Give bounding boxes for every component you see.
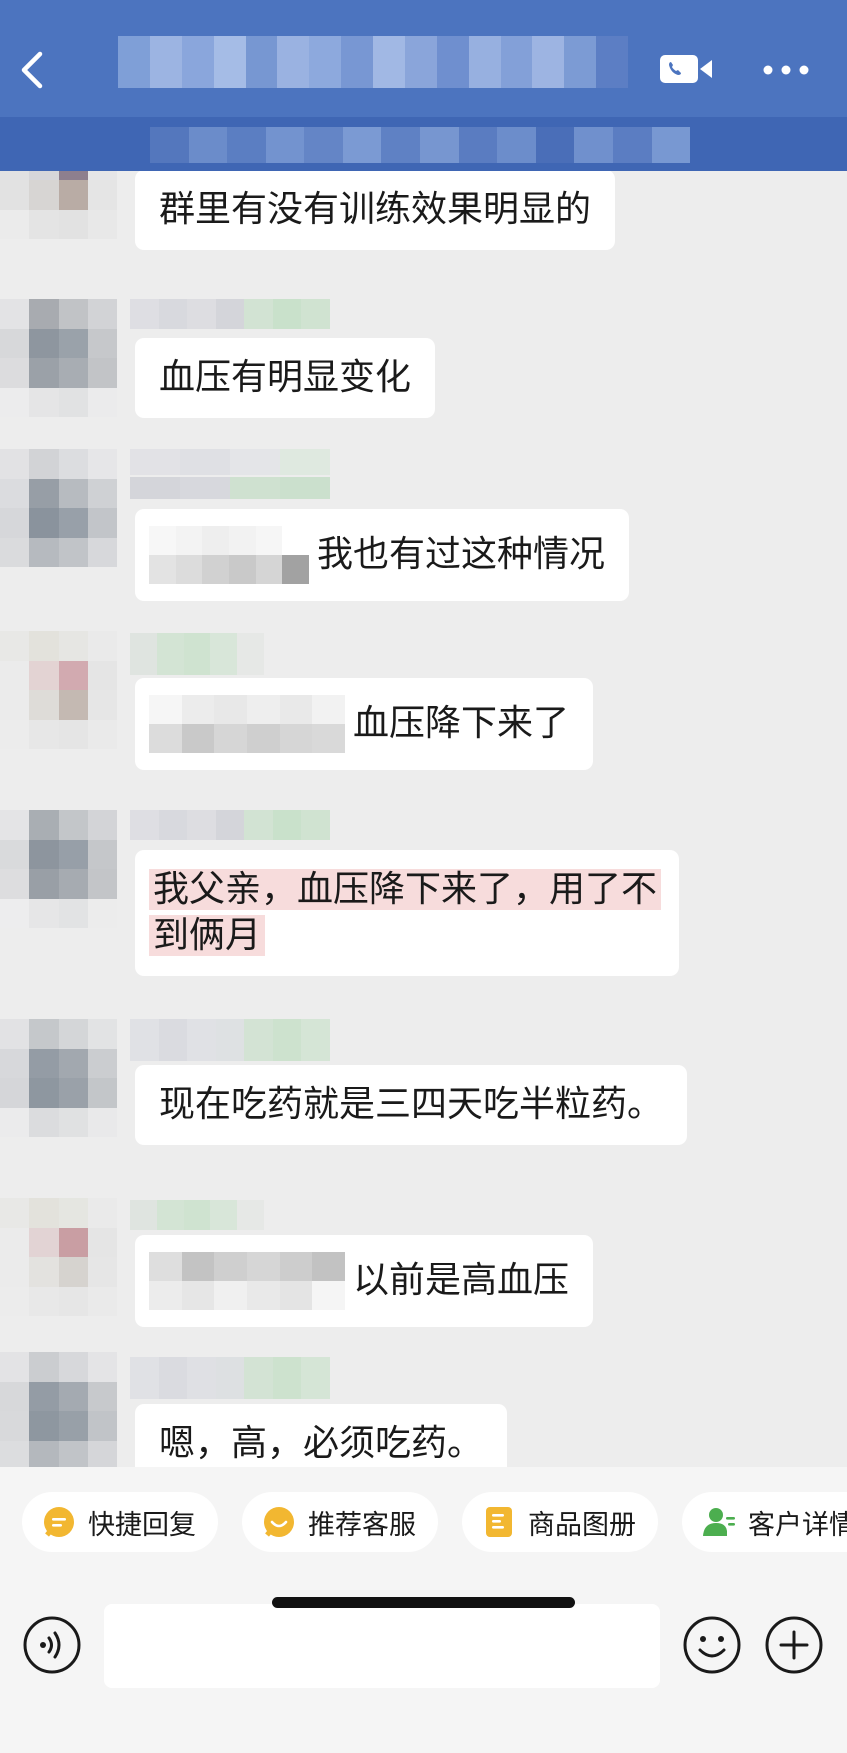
customer-detail-button[interactable]: 客户详情 — [682, 1492, 847, 1552]
message-bubble[interactable]: 现在吃药就是三四天吃半粒药。 — [135, 1065, 688, 1145]
chevron-left-icon[interactable] — [18, 50, 48, 90]
input-bar — [0, 1583, 847, 1753]
product-album-icon — [486, 1507, 512, 1537]
sender-name — [130, 1019, 331, 1061]
message-text: 以前是高血压 — [353, 1260, 570, 1301]
plus-icon[interactable] — [764, 1615, 824, 1675]
product-album-button[interactable]: 商品图册 — [462, 1492, 658, 1552]
customer-detail-icon — [703, 1508, 735, 1536]
quick-reply-button[interactable]: 快捷回复 — [22, 1492, 218, 1552]
chat-header — [0, 0, 847, 117]
message-list[interactable]: 群里有没有训练效果明显的 血压有明显变化 我也有过这种情况 血压降下来了 我父亲… — [0, 171, 847, 1467]
quick-reply-label: 快捷回复 — [88, 1509, 196, 1541]
customer-detail-label: 客户详情 — [748, 1509, 847, 1541]
message-text: 血压有明显变化 — [159, 357, 412, 398]
sender-name — [130, 449, 330, 501]
message-bubble[interactable]: 以前是高血压 — [135, 1235, 594, 1327]
avatar[interactable] — [0, 299, 117, 417]
sender-name — [130, 810, 331, 840]
home-indicator — [272, 1597, 575, 1608]
message-text: 嗯，高，必须吃药。 — [159, 1423, 484, 1464]
voice-icon[interactable] — [22, 1615, 82, 1675]
avatar[interactable] — [0, 1019, 117, 1137]
message-input[interactable] — [104, 1604, 660, 1688]
recommend-service-icon — [264, 1507, 294, 1537]
avatar[interactable] — [0, 171, 117, 239]
product-album-label: 商品图册 — [528, 1509, 636, 1541]
chat-title — [118, 36, 628, 88]
more-dots-icon[interactable] — [762, 58, 810, 82]
message-text: 我父亲，血压降下来了，用了不 — [149, 869, 662, 910]
recommend-service-label: 推荐客服 — [308, 1509, 416, 1541]
mentioned-user[interactable] — [149, 695, 345, 753]
sender-name — [130, 299, 331, 329]
message-text: 血压降下来了 — [353, 703, 570, 744]
message-text: 我也有过这种情况 — [317, 534, 606, 575]
message-bubble[interactable]: 我父亲，血压降下来了，用了不 到俩月 — [135, 850, 680, 976]
avatar[interactable] — [0, 1198, 117, 1316]
message-bubble[interactable]: 血压有明显变化 — [135, 338, 436, 418]
group-notice-text — [150, 127, 691, 163]
avatar[interactable] — [0, 810, 117, 928]
video-call-icon[interactable] — [658, 52, 714, 86]
message-bubble[interactable]: 嗯，高，必须吃药。 — [135, 1404, 508, 1467]
recommend-service-button[interactable]: 推荐客服 — [242, 1492, 438, 1552]
emoji-icon[interactable] — [682, 1615, 742, 1675]
sender-name — [130, 1200, 264, 1230]
avatar[interactable] — [0, 449, 117, 567]
avatar[interactable] — [0, 1352, 117, 1467]
message-bubble[interactable]: 血压降下来了 — [135, 678, 594, 770]
message-text: 现在吃药就是三四天吃半粒药。 — [159, 1084, 664, 1125]
mentioned-user[interactable] — [149, 1252, 345, 1310]
sender-name — [130, 633, 264, 675]
quick-action-bar[interactable]: 快捷回复 推荐客服 商品图册 客户详情 — [0, 1467, 847, 1583]
avatar[interactable] — [0, 631, 117, 749]
message-bubble[interactable]: 群里有没有训练效果明显的 — [135, 171, 616, 250]
message-text: 群里有没有训练效果明显的 — [159, 189, 592, 230]
group-notice-bar[interactable] — [0, 117, 847, 171]
message-text: 到俩月 — [149, 915, 266, 956]
mentioned-user[interactable] — [149, 526, 309, 584]
sender-name — [130, 1357, 331, 1399]
message-bubble[interactable]: 我也有过这种情况 — [135, 509, 630, 601]
quick-reply-icon — [44, 1507, 74, 1537]
